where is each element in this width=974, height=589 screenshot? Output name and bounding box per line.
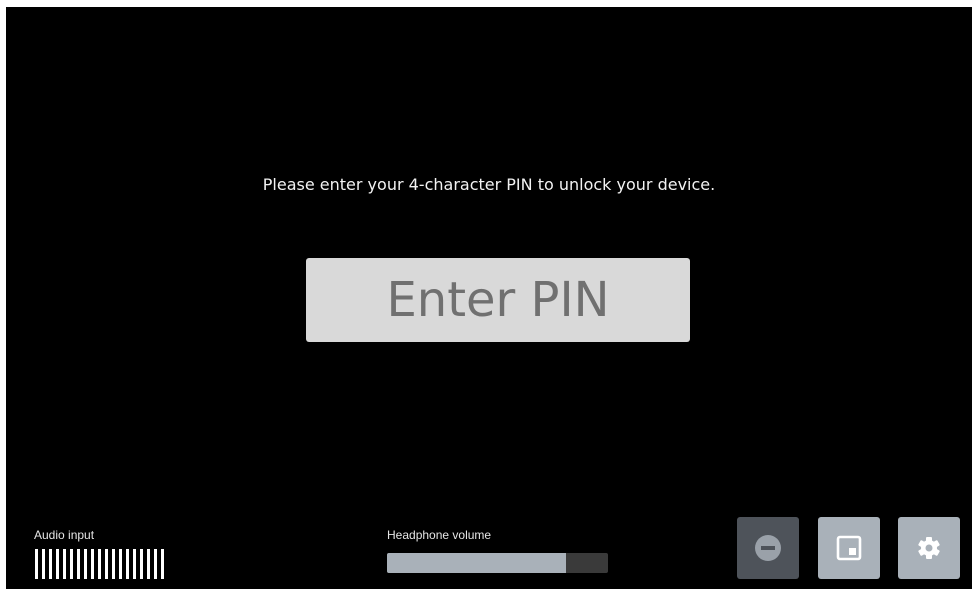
headphone-volume-label: Headphone volume [387,528,492,542]
audio-level-bar [133,549,136,579]
audio-level-bar [98,549,101,579]
minus-circle-icon [755,535,781,561]
audio-level-bar [70,549,73,579]
pin-input[interactable] [306,258,690,342]
audio-level-bar [126,549,129,579]
minus-button[interactable] [737,517,799,579]
audio-level-bar [161,549,164,579]
lock-screen: Please enter your 4-character PIN to unl… [6,7,972,589]
picture-in-picture-button[interactable] [818,517,880,579]
audio-level-bar [147,549,150,579]
picture-in-picture-icon [836,535,862,561]
headphone-volume-slider[interactable] [387,553,608,573]
audio-level-bar [56,549,59,579]
audio-level-bar [42,549,45,579]
audio-level-bar [140,549,143,579]
audio-level-bar [154,549,157,579]
gear-icon [918,537,940,559]
audio-level-bar [84,549,87,579]
audio-input-meter [35,549,164,579]
audio-level-bar [49,549,52,579]
headphone-volume-fill [387,553,566,573]
audio-input-label: Audio input [34,528,95,542]
unlock-prompt: Please enter your 4-character PIN to unl… [262,175,716,194]
audio-level-bar [112,549,115,579]
audio-level-bar [35,549,38,579]
audio-level-bar [105,549,108,579]
audio-level-bar [63,549,66,579]
audio-level-bar [91,549,94,579]
audio-level-bar [77,549,80,579]
audio-level-bar [119,549,122,579]
settings-button[interactable] [898,517,960,579]
